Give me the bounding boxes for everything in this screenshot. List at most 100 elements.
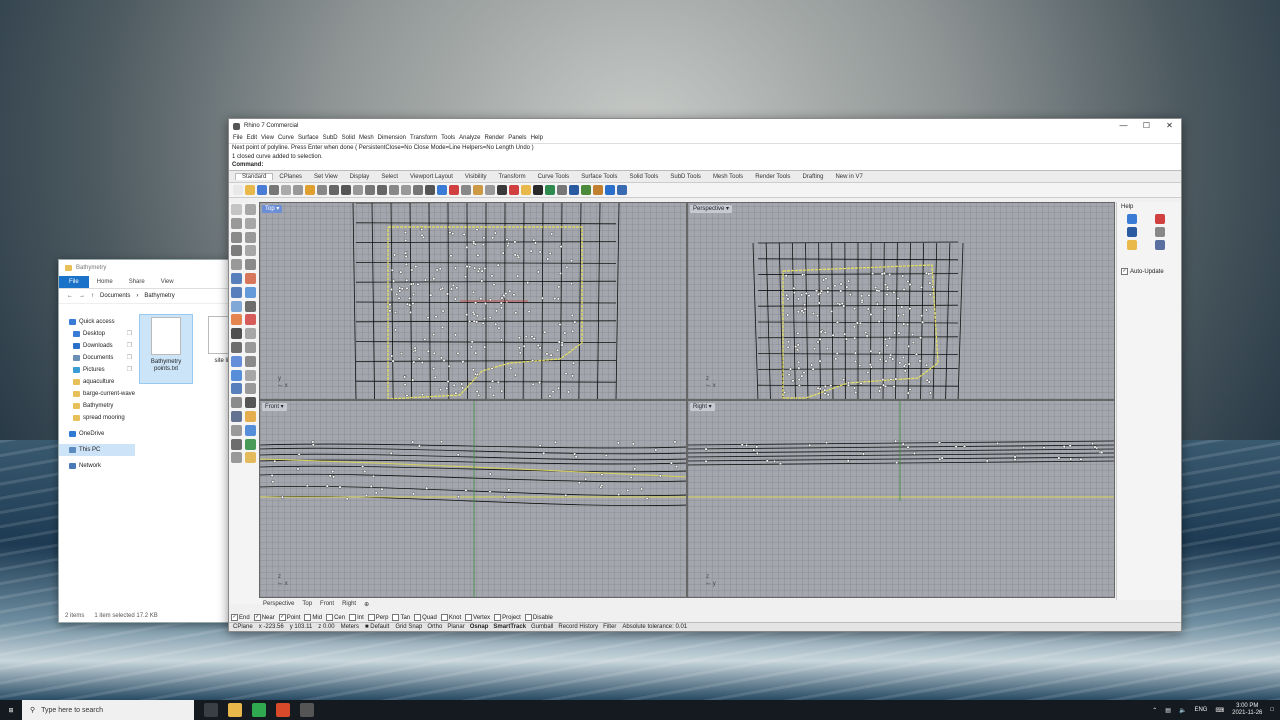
osnap-checkbox[interactable]: ✓ [253, 614, 261, 621]
viewport-title-perspective[interactable]: Perspective ▾ [690, 205, 733, 213]
sidebar-tool-icon[interactable] [231, 245, 242, 257]
osnap-knot[interactable]: Knot [440, 614, 461, 621]
nav-item-onedrive[interactable]: OneDrive [59, 428, 135, 440]
sidebar-tool-icon[interactable] [245, 355, 256, 367]
toolbar-tool-icon[interactable] [617, 185, 627, 195]
sidebar-tool-icon[interactable] [245, 424, 256, 436]
osnap-disable[interactable]: Disable [524, 614, 553, 621]
material-icon[interactable] [1155, 214, 1165, 224]
add-viewport-tab-icon[interactable]: ⊕ [364, 601, 369, 608]
sidebar-tool-icon[interactable] [245, 341, 256, 353]
toolbar-tab-cplanes[interactable]: CPlanes [273, 174, 308, 180]
menu-item-file[interactable]: File [231, 135, 245, 141]
nav-item-aquaculture[interactable]: aquaculture [59, 376, 135, 388]
status-mode-gumball[interactable]: Gumball [531, 624, 553, 630]
nav-item-desktop[interactable]: Desktop ❒ [59, 328, 135, 340]
pin-icon[interactable]: ❒ [127, 340, 135, 352]
toolbar-tool-icon[interactable] [569, 185, 579, 195]
osnap-tan[interactable]: Tan [392, 614, 410, 621]
osnap-checkbox[interactable] [414, 614, 422, 621]
toolbar-tool-icon[interactable] [545, 185, 555, 195]
pin-icon[interactable]: ❒ [127, 328, 135, 340]
toolbar-tool-icon[interactable] [389, 185, 399, 195]
nav-item-barge-current-wave[interactable]: barge-current-wave [59, 388, 135, 400]
toolbar-tool-icon[interactable] [533, 185, 543, 195]
sidebar-tool-icon[interactable] [245, 438, 256, 450]
toolbar-tool-icon[interactable] [257, 185, 267, 195]
toolbar-tool-icon[interactable] [605, 185, 615, 195]
auto-update-checkbox[interactable]: ✓ Auto-Update [1121, 268, 1164, 275]
osnap-int[interactable]: Int [349, 614, 364, 621]
status-mode-ortho[interactable]: Ortho [427, 624, 442, 630]
viewport-right[interactable]: Right ▾ z ⌙ y [687, 400, 1115, 598]
viewport-title-front[interactable]: Front ▾ [262, 403, 287, 411]
menu-item-surface[interactable]: Surface [296, 135, 321, 141]
toolbar-tab-viewport-layout[interactable]: Viewport Layout [404, 174, 459, 180]
pin-icon[interactable]: ❒ [127, 352, 135, 364]
sidebar-tool-icon[interactable] [231, 328, 242, 340]
toolbar-tab-solid-tools[interactable]: Solid Tools [623, 174, 664, 180]
file-item[interactable]: Bathymetry points.txt [139, 314, 194, 384]
sidebar-tool-icon[interactable] [231, 383, 242, 395]
osnap-checkbox[interactable] [304, 614, 312, 621]
toolbar-tool-icon[interactable] [473, 185, 483, 195]
sidebar-tool-icon[interactable] [231, 410, 242, 422]
osnap-checkbox[interactable]: ✓ [278, 614, 286, 621]
toolbar-tool-icon[interactable] [353, 185, 363, 195]
toolbar-tool-icon[interactable] [449, 185, 459, 195]
viewport-tab-front[interactable]: Front [320, 601, 334, 607]
viewport-tab-top[interactable]: Top [302, 601, 312, 607]
toolbar-tool-icon[interactable] [485, 185, 495, 195]
osnap-end[interactable]: ✓ End [231, 614, 250, 621]
sidebar-tool-icon[interactable] [231, 452, 242, 464]
osnap-point[interactable]: ✓ Point [278, 614, 300, 621]
network-icon[interactable]: ▤ [1165, 707, 1171, 714]
sidebar-tool-icon[interactable] [231, 272, 242, 284]
notification-icon[interactable]: □ [1270, 707, 1274, 713]
toolbar-tab-render-tools[interactable]: Render Tools [749, 174, 796, 180]
toolbar-tab-standard[interactable]: Standard [235, 173, 274, 180]
sidebar-tool-icon[interactable] [245, 452, 256, 464]
toolbar-tab-surface-tools[interactable]: Surface Tools [575, 174, 623, 180]
menu-item-help[interactable]: Help [529, 135, 545, 141]
task-view-icon[interactable] [204, 703, 218, 717]
sidebar-tool-icon[interactable] [245, 397, 256, 409]
osnap-cen[interactable]: Cen [326, 614, 345, 621]
osnap-perp[interactable]: Perp [367, 614, 388, 621]
toolbar-tool-icon[interactable] [341, 185, 351, 195]
menu-item-render[interactable]: Render [483, 135, 507, 141]
menu-item-edit[interactable]: Edit [245, 135, 259, 141]
toolbar-tab-select[interactable]: Select [375, 174, 404, 180]
clock[interactable]: 3:00 PM 2021-11-26 [1232, 703, 1262, 717]
pencil-icon[interactable] [1155, 227, 1165, 237]
toolbar-tool-icon[interactable] [281, 185, 291, 195]
menu-item-dimension[interactable]: Dimension [376, 135, 408, 141]
ribbon-tab-share[interactable]: Share [121, 279, 153, 285]
sidebar-tool-icon[interactable] [231, 259, 242, 271]
menu-item-panels[interactable]: Panels [506, 135, 528, 141]
osnap-checkbox[interactable] [440, 614, 448, 621]
sidebar-tool-icon[interactable] [231, 300, 242, 312]
toolbar-tool-icon[interactable] [329, 185, 339, 195]
sidebar-tool-icon[interactable] [231, 424, 242, 436]
ribbon-tab-view[interactable]: View [153, 279, 182, 285]
sidebar-tool-icon[interactable] [231, 369, 242, 381]
minimize-button[interactable]: — [1112, 119, 1135, 133]
status-mode-record-history[interactable]: Record History [558, 624, 598, 630]
ribbon-tab-file[interactable]: File [59, 276, 89, 288]
sidebar-tool-icon[interactable] [231, 341, 242, 353]
toolbar-tool-icon[interactable] [425, 185, 435, 195]
toolbar-tool-icon[interactable] [401, 185, 411, 195]
osnap-checkbox[interactable] [367, 614, 375, 621]
menu-item-transform[interactable]: Transform [408, 135, 439, 141]
viewport-tab-perspective[interactable]: Perspective [263, 601, 294, 607]
osnap-mid[interactable]: Mid [304, 614, 322, 621]
status-mode-osnap[interactable]: Osnap [470, 624, 489, 630]
tray-chevron-icon[interactable]: ⌃ [1152, 707, 1157, 714]
sidebar-tool-icon[interactable] [231, 397, 242, 409]
sidebar-tool-icon[interactable] [245, 328, 256, 340]
volume-icon[interactable]: 🔈 [1179, 707, 1186, 714]
sidebar-tool-icon[interactable] [245, 272, 256, 284]
menu-item-tools[interactable]: Tools [439, 135, 457, 141]
toolbar-tab-drafting[interactable]: Drafting [796, 174, 829, 180]
